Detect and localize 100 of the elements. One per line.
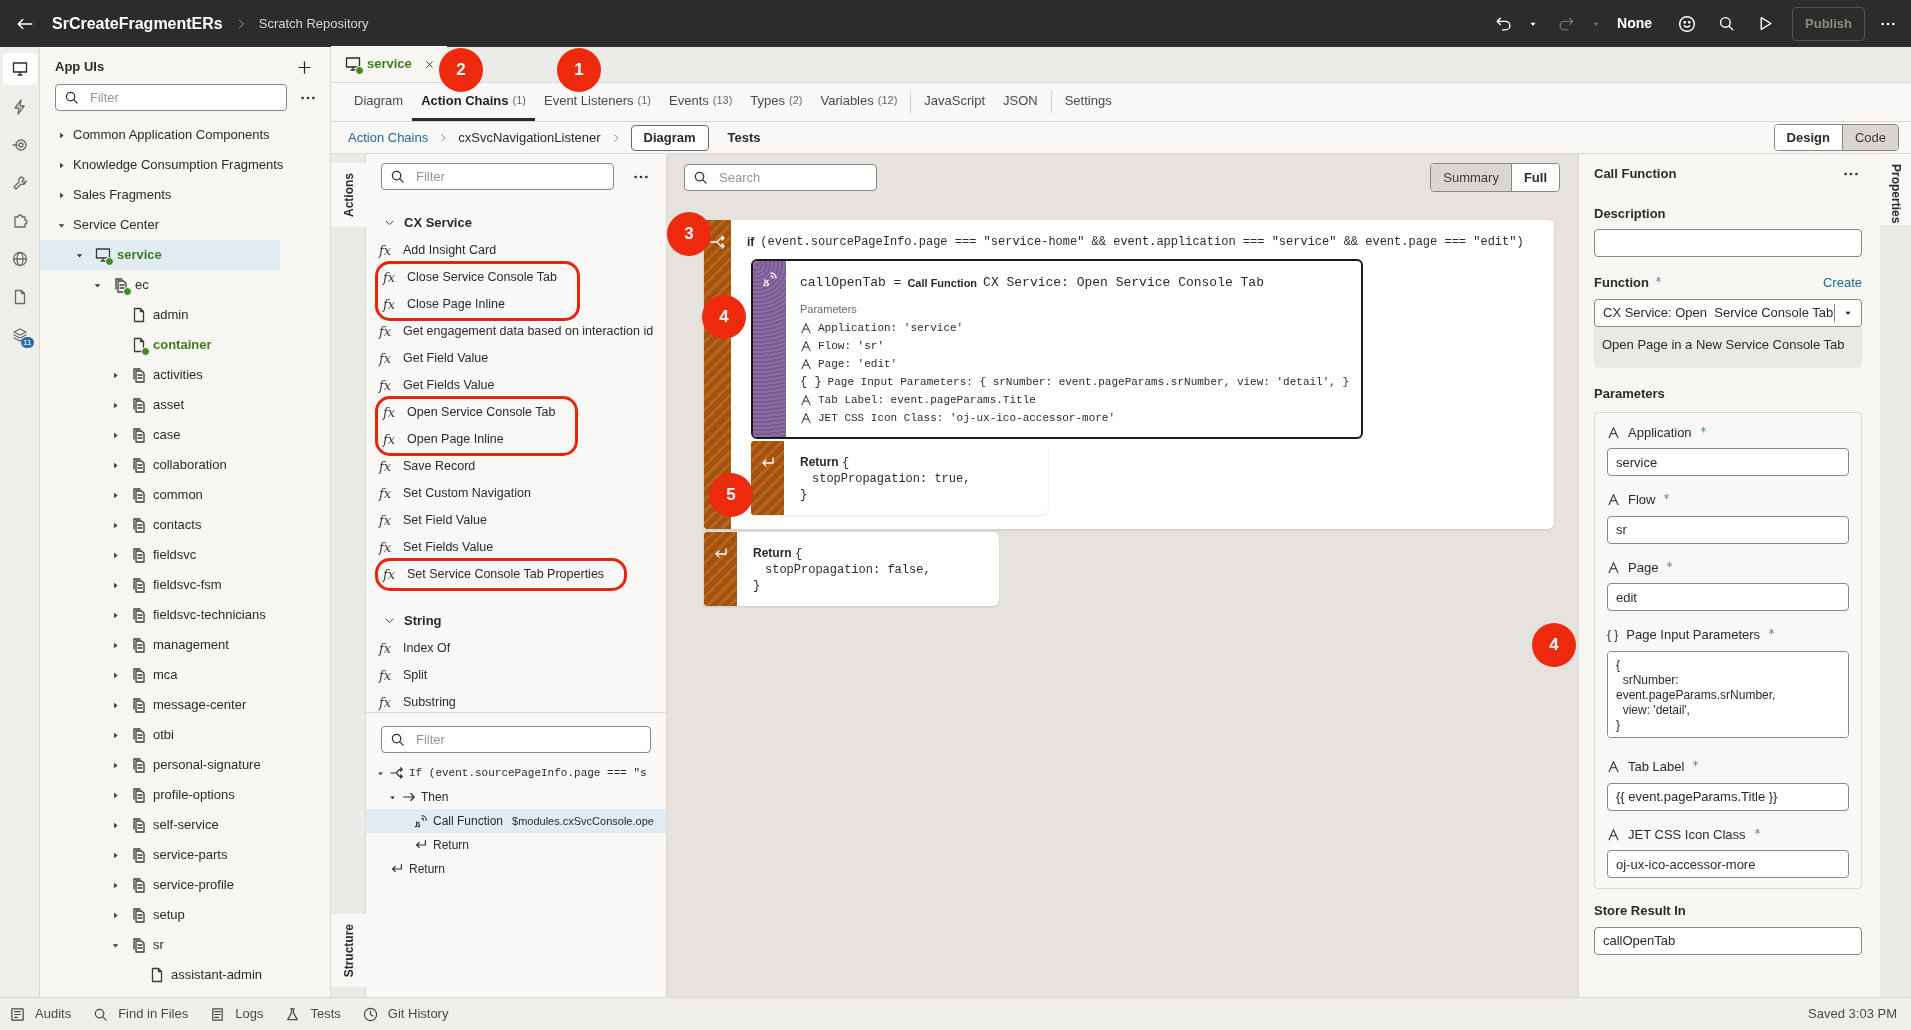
tab[interactable]: Diagram xyxy=(345,83,413,121)
action-item[interactable]: fx Get Fields Value xyxy=(378,372,495,399)
tree-item[interactable]: Knowledge Consumption Fragments xyxy=(40,150,330,180)
view-toggle[interactable]: Summary xyxy=(1431,164,1511,191)
tree-item[interactable]: personal-signature xyxy=(40,750,330,780)
status-bar-item[interactable]: Find in Files xyxy=(93,1004,189,1024)
action-item[interactable]: fx Open Page Inline xyxy=(382,426,504,453)
tree-item[interactable]: admin xyxy=(40,300,330,330)
parameter-text: Application: 'service' xyxy=(818,320,964,336)
view-tab[interactable]: Diagram xyxy=(630,124,709,151)
action-item[interactable]: fx Open Service Console Tab xyxy=(382,399,556,426)
tree-item[interactable]: assistant-admin xyxy=(40,960,330,990)
mode-toggle[interactable]: Design xyxy=(1774,125,1842,150)
tree-item[interactable]: service xyxy=(40,240,280,270)
create-link[interactable]: Create xyxy=(1822,273,1862,293)
pages-icon xyxy=(131,817,147,833)
structure-item[interactable]: Call Function $modules.cxSvcConsole.ope xyxy=(366,809,666,833)
tree-item[interactable]: service-profile xyxy=(40,870,330,900)
action-item[interactable]: fx Close Page Inline xyxy=(382,291,505,318)
action-item[interactable]: fx Save Record xyxy=(378,453,476,480)
tab[interactable]: Events (13) xyxy=(660,83,742,121)
tree-item[interactable]: message-center xyxy=(40,690,330,720)
tree-item[interactable]: collaboration xyxy=(40,450,330,480)
tree-item[interactable]: profile-options xyxy=(40,780,330,810)
action-item[interactable]: fx Set Fields Value xyxy=(378,534,494,561)
tree-item[interactable]: Common Application Components xyxy=(40,120,330,150)
mode-toggle[interactable]: Code xyxy=(1841,125,1898,150)
tree-item[interactable]: contacts xyxy=(40,510,330,540)
action-item[interactable]: fx Set Custom Navigation xyxy=(378,480,531,507)
structure-item[interactable]: Then xyxy=(366,785,666,809)
tree-item[interactable]: asset xyxy=(40,390,330,420)
parameter-field[interactable]: oj-ux-ico-accessor-more xyxy=(1607,850,1849,878)
code-text: } xyxy=(800,487,809,503)
section-header[interactable]: CX Service xyxy=(366,209,472,236)
structure-item[interactable]: If (event.sourcePageInfo.page === "s xyxy=(366,761,666,785)
structure-item[interactable]: Return xyxy=(366,833,666,857)
filter-field[interactable]: Filter xyxy=(381,726,651,753)
action-item[interactable]: fx Split xyxy=(378,662,428,689)
side-tab[interactable]: Structure xyxy=(331,913,366,987)
side-tab[interactable]: Actions xyxy=(331,163,366,227)
filter-field[interactable]: Filter xyxy=(381,163,614,190)
action-item[interactable]: fx Get Field Value xyxy=(378,345,489,372)
tree-item[interactable]: otbi xyxy=(40,720,330,750)
editor-tab[interactable]: service xyxy=(331,46,447,82)
action-item[interactable]: fx Set Service Console Tab Properties xyxy=(382,561,605,588)
tree-item[interactable]: fieldsvc-fsm xyxy=(40,570,330,600)
result-field[interactable]: callOpenTab xyxy=(1594,926,1862,955)
action-item[interactable]: fx Add Insight Card xyxy=(378,237,497,264)
action-item[interactable]: fx Set Field Value xyxy=(378,507,487,534)
tree-item[interactable]: Service Center xyxy=(40,210,330,240)
parameter-field[interactable]: {{ event.pageParams.Title }} xyxy=(1607,782,1849,811)
action-item[interactable]: fx Index Of xyxy=(378,635,451,662)
pages-icon xyxy=(131,397,147,413)
tree-item[interactable]: management xyxy=(40,630,330,660)
code-field[interactable]: { srNumber: event.pageParams.srNumber, view: 'detail', } xyxy=(1607,650,1849,738)
side-tab[interactable]: Properties xyxy=(1880,154,1911,225)
plus-icon xyxy=(297,59,312,75)
filter-field[interactable]: Filter xyxy=(55,84,287,111)
tree-item[interactable]: container xyxy=(40,330,330,360)
section-header[interactable]: String xyxy=(366,607,442,634)
description-field[interactable] xyxy=(1594,229,1862,257)
tab[interactable]: Variables (12) xyxy=(811,83,907,121)
breadcrumb-link[interactable]: Action Chains xyxy=(348,127,429,148)
parameter-field[interactable]: edit xyxy=(1607,583,1849,611)
tree-item[interactable]: activities xyxy=(40,360,330,390)
tree-item[interactable]: Sales Fragments xyxy=(40,180,330,210)
search-field[interactable]: Search xyxy=(684,164,877,191)
tree-item[interactable]: fieldsvc xyxy=(40,540,330,570)
status-bar-item[interactable]: Tests xyxy=(285,1004,341,1024)
tab[interactable]: Settings xyxy=(1055,83,1121,121)
tree-item[interactable]: sr xyxy=(40,930,330,960)
action-item[interactable]: fx Close Service Console Tab xyxy=(382,264,557,291)
tree-item[interactable]: setup xyxy=(40,900,330,930)
tree-item[interactable]: mca xyxy=(40,660,330,690)
activity-bar-button[interactable]: 11 xyxy=(2,319,37,351)
structure-item[interactable]: Return xyxy=(366,857,666,881)
status-bar-item[interactable]: Git History xyxy=(362,1004,449,1024)
parameter-field[interactable]: sr xyxy=(1607,515,1849,544)
action-item[interactable]: fx Substring xyxy=(378,689,456,712)
view-tab[interactable]: Tests xyxy=(714,124,774,151)
tab[interactable]: JavaScript xyxy=(915,83,994,121)
tree-item[interactable]: service-parts xyxy=(40,840,330,870)
tab[interactable]: Types (2) xyxy=(741,83,812,121)
field-label: Application xyxy=(1628,423,1692,442)
required-icon xyxy=(1692,760,1700,768)
action-item[interactable]: fx Get engagement data based on interaction id xyxy=(378,318,654,345)
function-select[interactable]: CX Service: Open Service Console Tab xyxy=(1594,298,1862,327)
status-bar-item[interactable]: Audits xyxy=(10,1004,72,1024)
status-bar-item[interactable]: Logs xyxy=(210,1004,264,1024)
view-toggle[interactable]: Full xyxy=(1510,164,1559,191)
tree-item[interactable]: fieldsvc-technicians xyxy=(40,600,330,630)
parameter-field[interactable]: service xyxy=(1607,448,1849,476)
tree-item[interactable]: ec xyxy=(40,270,330,300)
tree-item[interactable]: common xyxy=(40,480,330,510)
tree-item[interactable]: self-service xyxy=(40,810,330,840)
string-type-icon xyxy=(1607,760,1620,774)
tree-item[interactable]: case xyxy=(40,420,330,450)
document-icon xyxy=(131,307,147,323)
tab[interactable]: JSON xyxy=(994,83,1047,121)
activity-bar-button[interactable] xyxy=(2,53,37,85)
